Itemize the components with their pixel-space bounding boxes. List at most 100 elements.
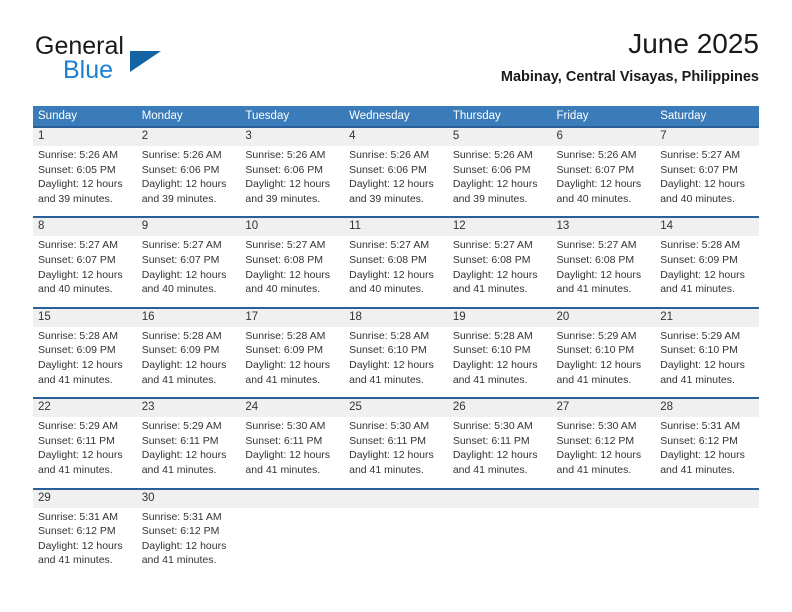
day-number-cell[interactable]: 8 xyxy=(33,216,137,237)
day-detail-cell[interactable] xyxy=(448,508,552,578)
day-detail-cell[interactable]: Sunrise: 5:27 AM Sunset: 6:07 PM Daylight:… xyxy=(137,236,241,307)
sunrise-text: Sunrise: 5:27 AM xyxy=(141,239,222,252)
day-detail-cell[interactable]: Sunrise: 5:28 AM Sunset: 6:09 PM Daylight:… xyxy=(137,327,241,398)
day-number-cell[interactable]: 15 xyxy=(33,306,137,327)
weekday-header-tuesday: Tuesday xyxy=(240,106,345,127)
day-detail-cell[interactable]: Sunrise: 5:31 AM Sunset: 6:12 PM Daylight:… xyxy=(137,508,241,578)
day-number-cell[interactable]: 14 xyxy=(655,216,759,237)
sunset-text: Sunset: 6:09 PM xyxy=(38,344,116,357)
day-number-cell[interactable]: 24 xyxy=(240,397,345,418)
day-detail-cell[interactable] xyxy=(552,508,656,578)
day-number-cell[interactable]: 21 xyxy=(655,306,759,327)
day-detail-cell[interactable] xyxy=(240,508,344,578)
daylight-text-line2: and 39 minutes. xyxy=(141,192,217,205)
day-number-cell[interactable]: 28 xyxy=(655,397,759,418)
sunrise-text: Sunrise: 5:27 AM xyxy=(38,239,118,252)
day-number-cell[interactable]: 19 xyxy=(447,306,552,327)
day-detail-cell[interactable]: Sunrise: 5:26 AM Sunset: 6:07 PM Daylight:… xyxy=(552,146,656,217)
daylight-text-line2: and 39 minutes. xyxy=(245,192,321,205)
day-detail-cell[interactable]: Sunrise: 5:26 AM Sunset: 6:06 PM Daylight:… xyxy=(344,146,448,217)
day-detail-cell[interactable]: Sunrise: 5:31 AM Sunset: 6:12 PM Daylight:… xyxy=(655,417,759,488)
sunset-text: Sunset: 6:10 PM xyxy=(349,344,427,357)
day-detail-cell[interactable]: Sunrise: 5:27 AM Sunset: 6:08 PM Daylight:… xyxy=(344,236,448,307)
day-detail-cell[interactable]: Sunrise: 5:27 AM Sunset: 6:08 PM Daylight:… xyxy=(448,236,552,307)
day-detail-cell[interactable]: Sunrise: 5:29 AM Sunset: 6:10 PM Daylight:… xyxy=(552,327,656,398)
day-number-cell[interactable]: 7 xyxy=(655,126,759,146)
day-number-cell[interactable] xyxy=(655,487,759,508)
daylight-text-line1: Daylight: 12 hours xyxy=(556,449,642,462)
day-number-cell[interactable] xyxy=(551,487,656,508)
day-detail-cell[interactable] xyxy=(344,508,448,578)
day-number-cell[interactable]: 5 xyxy=(447,126,552,146)
daylight-text-line1: Daylight: 12 hours xyxy=(245,268,331,281)
day-number-cell[interactable]: 11 xyxy=(344,216,448,237)
day-number-cell[interactable] xyxy=(447,487,552,508)
calendar-header-row-group: Sunday Monday Tuesday Wednesday Thursday… xyxy=(33,106,759,127)
day-detail-cell[interactable]: Sunrise: 5:28 AM Sunset: 6:09 PM Daylight:… xyxy=(655,236,759,307)
day-detail-cell[interactable]: Sunrise: 5:29 AM Sunset: 6:10 PM Daylight:… xyxy=(655,327,759,398)
day-number-cell[interactable]: 4 xyxy=(344,126,448,146)
day-detail-cell[interactable]: Sunrise: 5:28 AM Sunset: 6:10 PM Daylight:… xyxy=(448,327,552,398)
day-detail-cell[interactable]: Sunrise: 5:27 AM Sunset: 6:08 PM Daylight:… xyxy=(240,236,344,307)
sunrise-text: Sunrise: 5:31 AM xyxy=(38,510,118,523)
sunrise-text: Sunrise: 5:30 AM xyxy=(452,420,533,433)
day-detail-cell[interactable]: Sunrise: 5:26 AM Sunset: 6:05 PM Daylight:… xyxy=(33,146,137,217)
sunset-text: Sunset: 6:08 PM xyxy=(245,253,324,266)
day-number-cell[interactable]: 16 xyxy=(136,306,241,327)
day-number-cell[interactable]: 10 xyxy=(240,216,345,237)
sunrise-text: Sunrise: 5:27 AM xyxy=(556,239,637,252)
calendar-page: General Blue June 2025 Mabinay, Central … xyxy=(0,0,792,612)
day-number-cell[interactable]: 22 xyxy=(33,397,137,418)
day-number-cell[interactable]: 2 xyxy=(136,126,241,146)
sunrise-text: Sunrise: 5:26 AM xyxy=(349,149,430,161)
sunset-text: Sunset: 6:06 PM xyxy=(349,163,427,176)
day-number-cell[interactable]: 30 xyxy=(136,487,241,508)
day-detail-cell[interactable]: Sunrise: 5:31 AM Sunset: 6:12 PM Daylight:… xyxy=(33,508,137,578)
day-detail-cell[interactable]: Sunrise: 5:28 AM Sunset: 6:09 PM Daylight:… xyxy=(240,327,344,398)
day-number-cell[interactable]: 26 xyxy=(447,397,552,418)
day-number-cell[interactable]: 23 xyxy=(136,397,241,418)
day-detail-cell[interactable]: Sunrise: 5:27 AM Sunset: 6:07 PM Daylight:… xyxy=(655,146,759,217)
day-number-cell[interactable]: 9 xyxy=(136,216,241,237)
day-number-cell[interactable] xyxy=(344,487,448,508)
day-detail-cell[interactable]: Sunrise: 5:29 AM Sunset: 6:11 PM Daylight:… xyxy=(137,417,241,488)
day-number-cell[interactable]: 25 xyxy=(344,397,448,418)
page-title: June 2025 xyxy=(628,28,759,59)
day-number-cell[interactable] xyxy=(240,487,345,508)
sunrise-text: Sunrise: 5:29 AM xyxy=(660,329,741,342)
day-detail-cell[interactable]: Sunrise: 5:30 AM Sunset: 6:11 PM Daylight:… xyxy=(344,417,448,488)
day-detail-cell[interactable]: Sunrise: 5:27 AM Sunset: 6:07 PM Daylight:… xyxy=(33,236,137,307)
sunrise-text: Sunrise: 5:28 AM xyxy=(245,329,326,342)
page-header: General Blue June 2025 Mabinay, Central … xyxy=(33,27,759,97)
day-detail-cell[interactable]: Sunrise: 5:30 AM Sunset: 6:11 PM Daylight:… xyxy=(240,417,344,488)
day-number-cell[interactable]: 20 xyxy=(551,306,656,327)
day-detail-cell[interactable]: Sunrise: 5:26 AM Sunset: 6:06 PM Daylight:… xyxy=(137,146,241,217)
day-detail-cell[interactable]: Sunrise: 5:28 AM Sunset: 6:09 PM Daylight:… xyxy=(33,327,137,398)
day-detail-cell[interactable]: Sunrise: 5:30 AM Sunset: 6:11 PM Daylight:… xyxy=(448,417,552,488)
day-number-cell[interactable]: 6 xyxy=(551,126,656,146)
day-number-cell[interactable]: 12 xyxy=(447,216,552,237)
day-number-cell[interactable]: 17 xyxy=(240,306,345,327)
daylight-text-line2: and 41 minutes. xyxy=(141,554,217,567)
day-number-cell[interactable]: 18 xyxy=(344,306,448,327)
week-detail-row: Sunrise: 5:28 AM Sunset: 6:09 PM Daylight:… xyxy=(33,327,759,398)
day-detail-cell[interactable]: Sunrise: 5:29 AM Sunset: 6:11 PM Daylight:… xyxy=(33,417,137,488)
day-detail-cell[interactable]: Sunrise: 5:27 AM Sunset: 6:08 PM Daylight:… xyxy=(552,236,656,307)
general-blue-logo[interactable]: General Blue xyxy=(33,33,203,89)
week-detail-row: Sunrise: 5:31 AM Sunset: 6:12 PM Daylight:… xyxy=(33,508,759,578)
day-detail-cell[interactable]: Sunrise: 5:26 AM Sunset: 6:06 PM Daylight:… xyxy=(448,146,552,217)
day-number-cell[interactable]: 29 xyxy=(33,487,137,508)
daylight-text-line1: Daylight: 12 hours xyxy=(452,178,538,191)
day-detail-cell[interactable]: Sunrise: 5:30 AM Sunset: 6:12 PM Daylight:… xyxy=(552,417,656,488)
weekday-header-row: Sunday Monday Tuesday Wednesday Thursday… xyxy=(33,106,759,127)
day-number-cell[interactable]: 3 xyxy=(240,126,345,146)
daylight-text-line2: and 41 minutes. xyxy=(452,463,528,476)
daylight-text-line1: Daylight: 12 hours xyxy=(660,358,745,371)
daylight-text-line2: and 40 minutes. xyxy=(38,283,113,296)
day-detail-cell[interactable]: Sunrise: 5:26 AM Sunset: 6:06 PM Daylight:… xyxy=(240,146,344,217)
day-detail-cell[interactable]: Sunrise: 5:28 AM Sunset: 6:10 PM Daylight:… xyxy=(344,327,448,398)
day-number-cell[interactable]: 13 xyxy=(551,216,656,237)
day-number-cell[interactable]: 1 xyxy=(33,126,137,146)
day-detail-cell[interactable] xyxy=(655,508,759,578)
day-number-cell[interactable]: 27 xyxy=(551,397,656,418)
